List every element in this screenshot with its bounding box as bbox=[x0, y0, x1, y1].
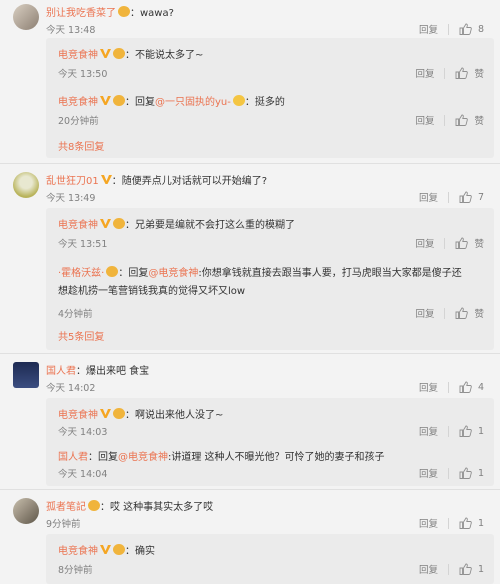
comment-time: 9分钟前 bbox=[46, 519, 81, 530]
like-button[interactable]: 1 bbox=[459, 563, 484, 575]
mention-link[interactable]: @一只固执的yu- bbox=[155, 97, 231, 108]
member-badge-icon bbox=[113, 48, 125, 59]
comment-item: 孤者笔記 ：哎 这种事其实太多了哎 9分钟前 回复 1 电竞食神 ：确实 8分钟前 … bbox=[0, 494, 500, 584]
verified-v-icon bbox=[100, 545, 111, 554]
comment-time: 今天 14:02 bbox=[46, 383, 96, 394]
user-name[interactable]: 乱世狂刀01 bbox=[46, 176, 99, 187]
comment-item: 国人君：爆出来吧 食宝 今天 14:02 回复 4 电竞食神 ：啊说出来他人没了~… bbox=[0, 358, 500, 486]
avatar[interactable] bbox=[13, 498, 39, 524]
user-name[interactable]: 电竞食神 bbox=[58, 220, 98, 231]
reply-time: 今天 13:50 bbox=[58, 69, 108, 80]
thumb-up-icon bbox=[459, 425, 472, 437]
divider bbox=[0, 489, 500, 490]
comment-text: 国人君：爆出来吧 食宝 bbox=[46, 366, 150, 377]
avatar[interactable] bbox=[13, 362, 39, 388]
reply-list: 电竞食神 ：不能说太多了~ 今天 13:50 回复赞 电竞食神 ：回复@一只固执的y… bbox=[46, 38, 494, 158]
like-button[interactable]: 1 bbox=[459, 425, 484, 437]
like-button[interactable]: 1 bbox=[459, 467, 484, 479]
avatar[interactable] bbox=[13, 4, 39, 30]
user-name[interactable]: 国人君 bbox=[46, 366, 76, 377]
comment-text: 别让我吃香菜了 ：wawa? bbox=[46, 6, 174, 19]
like-button[interactable]: 4 bbox=[459, 381, 484, 393]
divider bbox=[0, 163, 500, 164]
like-button[interactable]: 赞 bbox=[455, 113, 484, 127]
user-name[interactable]: 孤者笔記 bbox=[46, 502, 86, 513]
divider bbox=[0, 353, 500, 354]
thumb-up-icon bbox=[459, 23, 472, 35]
more-replies-link[interactable]: 共5条回复 bbox=[58, 328, 104, 343]
comment-time: 今天 13:48 bbox=[46, 25, 96, 36]
more-replies-link[interactable]: 共8条回复 bbox=[58, 138, 104, 153]
reply-button[interactable]: 回复 bbox=[415, 66, 434, 80]
like-button[interactable]: 赞 bbox=[455, 66, 484, 80]
member-badge-icon bbox=[118, 6, 130, 17]
laugh-emoji-icon bbox=[232, 95, 245, 106]
reply-list: 电竞食神 ：啊说出来他人没了~ 今天 14:03 回复 1 国人君：回复@电竞食神:… bbox=[46, 398, 494, 486]
like-button[interactable]: 赞 bbox=[455, 236, 484, 250]
reply-time: 今天 14:04 bbox=[58, 469, 108, 480]
like-button[interactable]: 1 bbox=[459, 517, 484, 529]
verified-v-icon bbox=[100, 409, 111, 418]
reply-time: 20分钟前 bbox=[58, 116, 99, 127]
comment-text: 孤者笔記 ：哎 这种事其实太多了哎 bbox=[46, 500, 214, 513]
user-name[interactable]: 别让我吃香菜了 bbox=[46, 8, 116, 19]
like-button[interactable]: 8 bbox=[459, 23, 484, 35]
thumb-up-icon bbox=[456, 237, 469, 249]
user-name[interactable]: 电竞食神 bbox=[58, 546, 98, 557]
reply-button[interactable]: 回复 bbox=[419, 466, 438, 480]
thumb-up-icon bbox=[459, 381, 472, 393]
thumb-up-icon bbox=[459, 563, 472, 575]
reply-list: 电竞食神 ：确实 8分钟前 回复 1 bbox=[46, 534, 494, 584]
thumb-up-icon bbox=[456, 67, 469, 79]
reply-time: 今天 14:03 bbox=[58, 427, 108, 438]
comment-text: 乱世狂刀01 ：随便弄点儿对话就可以开始编了? bbox=[46, 175, 268, 187]
reply-button[interactable]: 回复 bbox=[415, 236, 434, 250]
user-name[interactable]: 电竞食神 bbox=[58, 410, 98, 421]
verified-v-icon bbox=[100, 219, 111, 228]
reply-button[interactable]: 回复 bbox=[419, 516, 438, 530]
verified-v-icon bbox=[100, 96, 111, 105]
member-badge-icon bbox=[88, 500, 100, 511]
reply-button[interactable]: 回复 bbox=[419, 562, 438, 576]
reply-button[interactable]: 回复 bbox=[419, 190, 438, 204]
thumb-up-icon bbox=[459, 191, 472, 203]
user-name[interactable]: 电竞食神 bbox=[58, 50, 98, 61]
user-name[interactable]: 国人君 bbox=[58, 452, 88, 463]
user-name[interactable]: 电竞食神 bbox=[58, 97, 98, 108]
member-badge-icon bbox=[106, 266, 119, 277]
reply-button[interactable]: 回复 bbox=[415, 113, 434, 127]
reply-button[interactable]: 回复 bbox=[415, 306, 434, 320]
reply-list: 电竞食神 ：兄弟要是编就不会打这么重的模糊了 今天 13:51 回复赞 ·霍格沃兹… bbox=[46, 208, 494, 350]
member-badge-icon bbox=[113, 95, 125, 106]
reply-text-continued: 想趁机捞一笔营销钱我真的觉得又坏又low bbox=[58, 286, 246, 297]
comment-actions: 回复 8 bbox=[419, 22, 484, 36]
thumb-up-icon bbox=[459, 467, 472, 479]
reply-time: 8分钟前 bbox=[58, 565, 93, 576]
verified-v-icon bbox=[100, 175, 112, 184]
comment-item: 别让我吃香菜了 ：wawa? 今天 13:48 回复 8 电竞食神 ：不能说太多了~… bbox=[0, 0, 500, 158]
reply-button[interactable]: 回复 bbox=[419, 424, 438, 438]
thumb-up-icon bbox=[459, 517, 472, 529]
reply-time: 今天 13:51 bbox=[58, 239, 108, 250]
member-badge-icon bbox=[113, 218, 125, 229]
comment-time: 今天 13:49 bbox=[46, 193, 96, 204]
mention-link[interactable]: @电竞食神 bbox=[148, 268, 198, 279]
reply-button[interactable]: 回复 bbox=[419, 380, 438, 394]
member-badge-icon bbox=[113, 408, 125, 419]
like-button[interactable]: 赞 bbox=[455, 306, 484, 320]
reply-button[interactable]: 回复 bbox=[419, 22, 438, 36]
member-badge-icon bbox=[113, 544, 125, 555]
thumb-up-icon bbox=[456, 114, 469, 126]
verified-v-icon bbox=[100, 49, 111, 58]
user-name[interactable]: ·霍格沃兹· bbox=[58, 268, 104, 279]
comment-item: 乱世狂刀01 ：随便弄点儿对话就可以开始编了? 今天 13:49 回复 7 电竞食… bbox=[0, 168, 500, 350]
like-button[interactable]: 7 bbox=[459, 191, 484, 203]
mention-link[interactable]: @电竞食神 bbox=[118, 452, 168, 463]
avatar[interactable] bbox=[13, 172, 39, 198]
reply-time: 4分钟前 bbox=[58, 309, 93, 320]
thumb-up-icon bbox=[456, 307, 469, 319]
